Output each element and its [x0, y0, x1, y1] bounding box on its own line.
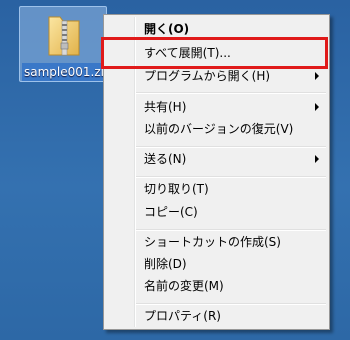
highlight-annotation-box: [101, 37, 328, 69]
desktop: sample001.zip 開く(O) すべて展開(T)... プログラムから開…: [0, 0, 350, 340]
menu-item-label: ショートカットの作成(S): [144, 235, 281, 249]
submenu-arrow-icon: [315, 155, 319, 163]
menu-item-share[interactable]: 共有(H): [106, 96, 327, 118]
menu-item-label: コピー(C): [144, 205, 198, 219]
menu-item-label: 送る(N): [144, 152, 187, 166]
menu-item-label: 共有(H): [144, 100, 187, 114]
menu-item-label: プロパティ(R): [144, 309, 221, 323]
menu-item-send-to[interactable]: 送る(N): [106, 148, 327, 170]
menu-item-properties[interactable]: プロパティ(R): [106, 305, 327, 327]
zip-folder-icon: [48, 16, 80, 56]
menu-item-label: 切り取り(T): [144, 182, 209, 196]
submenu-arrow-icon: [315, 103, 319, 111]
menu-item-delete[interactable]: 削除(D): [106, 253, 327, 275]
menu-item-rename[interactable]: 名前の変更(M): [106, 275, 327, 297]
desktop-file-sample001-zip[interactable]: sample001.zip: [19, 6, 118, 82]
menu-item-cut[interactable]: 切り取り(T): [106, 178, 327, 200]
menu-item-label: 以前のバージョンの復元(V): [144, 122, 294, 136]
menu-item-label: 名前の変更(M): [144, 279, 224, 293]
submenu-arrow-icon: [315, 72, 319, 80]
menu-item-create-shortcut[interactable]: ショートカットの作成(S): [106, 231, 327, 253]
menu-item-restore-previous-versions[interactable]: 以前のバージョンの復元(V): [106, 118, 327, 140]
menu-item-copy[interactable]: コピー(C): [106, 201, 327, 223]
menu-separator: [136, 92, 326, 94]
menu-item-label: 削除(D): [144, 257, 187, 271]
